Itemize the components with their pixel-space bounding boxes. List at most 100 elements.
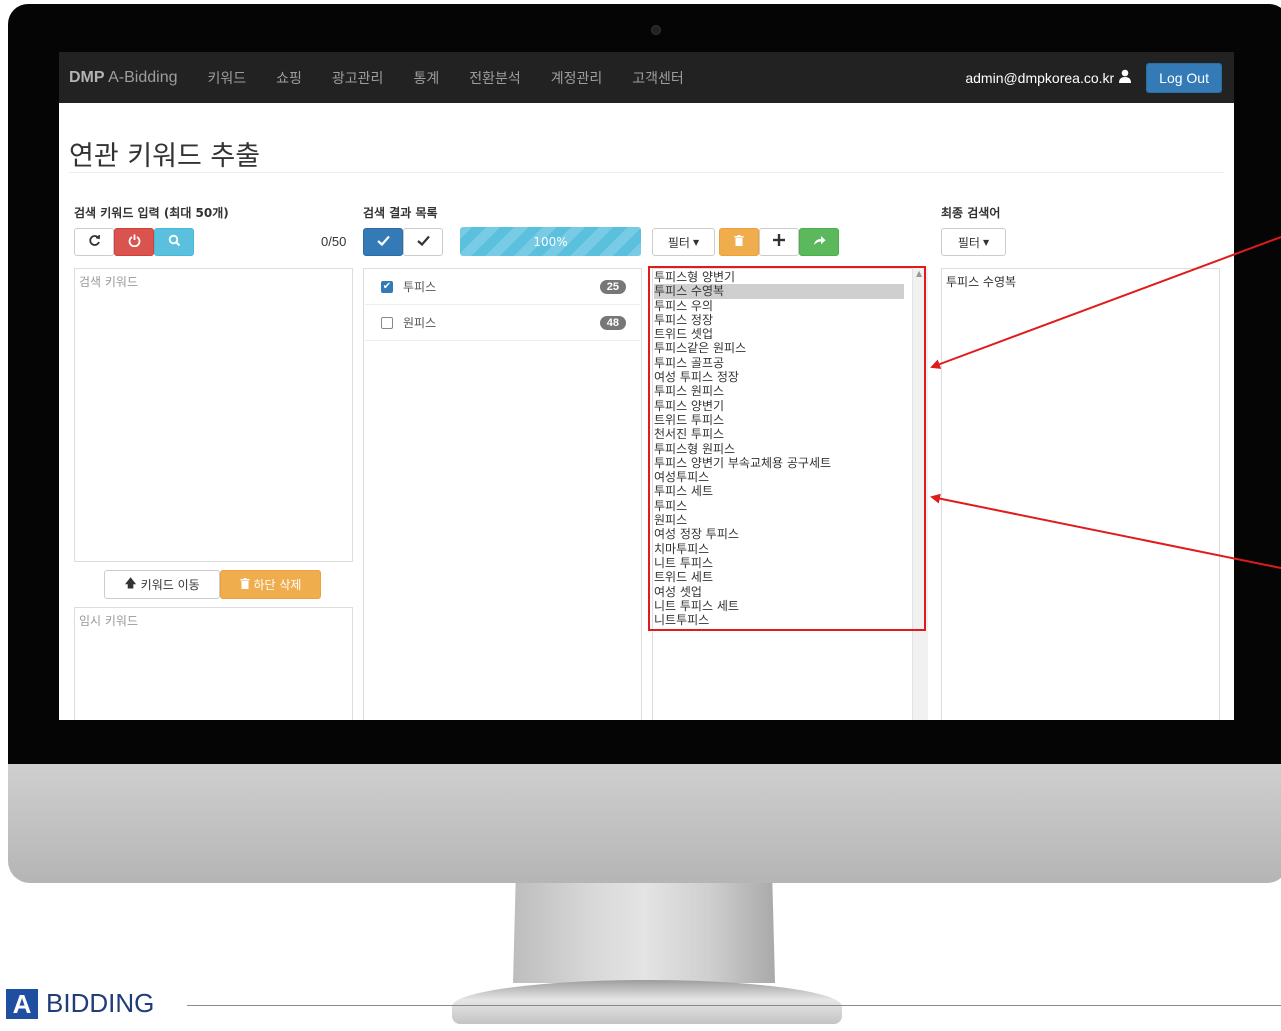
keyword-option[interactable]: 투피스 원피스 — [654, 384, 904, 398]
nav-customer-center[interactable]: 고객센터 — [632, 68, 684, 88]
brand-text: BIDDING — [46, 988, 155, 1018]
power-icon — [128, 234, 141, 251]
keyword-option[interactable]: 투피스 정장 — [654, 313, 904, 327]
check-all-button[interactable] — [363, 228, 403, 256]
keyword-list-scrollbar[interactable]: ▲ — [912, 267, 928, 720]
title-divider — [69, 172, 1224, 173]
keyword-option[interactable]: 투피스형 양변기 — [654, 270, 904, 284]
keyword-input-placeholder: 검색 키워드 — [79, 275, 139, 289]
temp-keyword-area[interactable]: 임시 키워드 — [74, 607, 353, 720]
check-icon — [416, 235, 430, 250]
results-section-label: 검색 결과 목록 — [363, 206, 438, 220]
add-button[interactable] — [759, 228, 799, 256]
camera-dot — [651, 25, 661, 35]
result-row[interactable]: ✔ 투피스 25 — [365, 269, 640, 305]
keyword-option[interactable]: 투피스 우의 — [654, 299, 904, 313]
final-section-label: 최종 검색어 — [941, 206, 1001, 220]
page-title: 연관 키워드 추출 — [69, 141, 261, 172]
final-keyword-list[interactable]: 투피스 수영복 — [941, 268, 1220, 720]
keyword-option[interactable]: 투피스형 원피스 — [654, 442, 904, 456]
results-list: ✔ 투피스 25 원피스 48 — [363, 268, 642, 720]
keyword-option[interactable]: 트위드 투피스 — [654, 413, 904, 427]
keyword-option[interactable]: 투피스 양변기 — [654, 399, 904, 413]
keyword-option[interactable]: 여성 셋업 — [654, 585, 904, 599]
final-filter-dropdown-button[interactable]: 필터 ▼ — [941, 228, 1006, 256]
refresh-icon — [88, 234, 101, 251]
power-button[interactable] — [114, 228, 154, 256]
nav-account-management[interactable]: 계정관리 — [551, 68, 603, 88]
keyword-input-area[interactable]: 검색 키워드 — [74, 268, 353, 562]
share-arrow-icon — [813, 235, 826, 250]
forward-button[interactable] — [799, 228, 839, 256]
delete-bottom-label: 하단 삭제 — [253, 578, 302, 592]
monitor-stand-neck — [513, 883, 775, 983]
scroll-up-arrow-icon[interactable]: ▲ — [916, 269, 922, 278]
keyword-option[interactable]: 치마투피스 — [654, 542, 904, 556]
nav-keyword[interactable]: 키워드 — [208, 68, 247, 88]
keyword-counter: 0/50 — [321, 234, 347, 249]
keyword-option[interactable]: 투피스 세트 — [654, 484, 904, 498]
uncheck-all-button[interactable] — [403, 228, 443, 256]
nav-conversion-analysis[interactable]: 전환분석 — [469, 68, 521, 88]
keyword-option[interactable]: 투피스 양변기 부속교체용 공구세트 — [654, 456, 904, 470]
checkbox-unchecked-icon[interactable] — [381, 316, 393, 329]
search-button[interactable] — [154, 228, 194, 256]
move-keyword-button[interactable]: 🡅 키워드 이동 — [104, 570, 220, 599]
result-label: 원피스 — [403, 316, 437, 330]
temp-keyword-placeholder: 임시 키워드 — [79, 614, 139, 628]
refresh-button[interactable] — [74, 228, 114, 256]
check-icon — [376, 235, 390, 250]
brand-mark-logo: A — [6, 988, 38, 1019]
filter-dropdown-button[interactable]: 필터 ▼ — [652, 228, 715, 256]
caret-down-icon: ▼ — [982, 237, 990, 247]
keyword-option[interactable]: 여성투피스 — [654, 470, 904, 484]
keyword-option[interactable]: 니트 투피스 — [654, 556, 904, 570]
keyword-option[interactable]: 트위드 셋업 — [654, 327, 904, 341]
monitor-stand-base — [452, 980, 842, 1024]
arrow-up-icon: 🡅 — [124, 576, 137, 590]
filter-label: 필터 — [667, 235, 690, 250]
keyword-option[interactable]: 여성 투피스 정장 — [654, 370, 904, 384]
input-section-label: 검색 키워드 입력 (최대 50개) — [74, 206, 229, 220]
filter-label: 필터 — [957, 235, 980, 250]
footer-divider — [187, 1005, 1281, 1006]
keyword-option[interactable]: 투피스 — [654, 499, 904, 513]
delete-bottom-button[interactable]: 하단 삭제 — [220, 570, 321, 599]
keyword-option[interactable]: 원피스 — [654, 513, 904, 527]
nav-statistics[interactable]: 통계 — [413, 68, 439, 88]
checkbox-checked-icon[interactable]: ✔ — [381, 280, 393, 293]
move-keyword-label: 키워드 이동 — [140, 578, 200, 592]
keyword-option[interactable]: 여성 정장 투피스 — [654, 527, 904, 541]
footer-brand-logo: A BIDDING — [6, 988, 154, 1019]
result-label: 투피스 — [403, 280, 437, 294]
result-count-badge: 48 — [599, 315, 626, 330]
final-keyword-item[interactable]: 투피스 수영복 — [946, 273, 1016, 290]
plus-icon — [773, 234, 785, 250]
keyword-option[interactable]: 투피스 골프공 — [654, 356, 904, 370]
trash-icon — [734, 234, 744, 250]
caret-down-icon: ▼ — [692, 237, 700, 247]
result-count-badge: 25 — [599, 279, 626, 294]
monitor-chin — [8, 764, 1281, 883]
keyword-option[interactable]: 니트 투피스 세트 — [654, 599, 904, 613]
keyword-option[interactable]: 니트투피스 — [654, 613, 904, 627]
keyword-option[interactable]: 투피스 수영복 — [654, 284, 904, 299]
progress-label: 100% — [533, 234, 568, 249]
keyword-option[interactable]: 천서진 투피스 — [654, 427, 904, 441]
nav-shopping[interactable]: 쇼핑 — [276, 68, 302, 88]
search-icon — [168, 234, 181, 251]
trash-button[interactable] — [719, 228, 759, 256]
related-keyword-list[interactable]: 투피스형 양변기 투피스 수영복 투피스 우의 투피스 정장 트위드 셋업 투피스같은 원… — [654, 270, 904, 627]
top-navbar: DMP A-Bidding 키워드 쇼핑 광고관리 통계 전환분석 계정관리 고… — [59, 52, 1234, 103]
user-email[interactable]: admin@dmpkorea.co.kr — [965, 70, 1114, 86]
keyword-option[interactable]: 트위드 세트 — [654, 570, 904, 584]
result-row[interactable]: 원피스 48 — [365, 305, 640, 341]
logout-button[interactable]: Log Out — [1146, 62, 1222, 93]
nav-ad-management[interactable]: 광고관리 — [332, 68, 384, 88]
keyword-option[interactable]: 투피스같은 원피스 — [654, 341, 904, 355]
user-icon — [1118, 69, 1132, 87]
trash-icon — [240, 577, 250, 592]
app-brand[interactable]: DMP A-Bidding — [69, 69, 178, 87]
app-screen: DMP A-Bidding 키워드 쇼핑 광고관리 통계 전환분석 계정관리 고… — [59, 52, 1234, 720]
progress-bar: 100% — [460, 227, 641, 256]
